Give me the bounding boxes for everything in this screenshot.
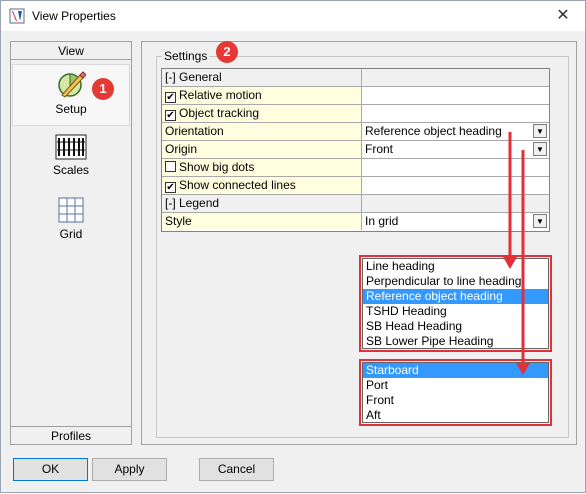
- panel-footer-profiles[interactable]: Profiles: [11, 426, 131, 444]
- close-button[interactable]: ✕: [541, 1, 585, 30]
- style-label: Style: [162, 213, 362, 230]
- grid-row-style[interactable]: Style In grid ▼: [162, 213, 549, 231]
- grid-value-general: [362, 69, 549, 86]
- grid-icon: [58, 197, 84, 223]
- origin-option[interactable]: Aft: [363, 408, 548, 423]
- object-tracking-label: Object tracking: [179, 106, 260, 120]
- view-properties-window: View Properties ✕ View Setup Scales Grid…: [0, 0, 586, 493]
- category-label-setup: Setup: [55, 102, 87, 116]
- property-grid: [-] General ✔ Relative motion ✔ Object tra…: [161, 68, 550, 232]
- chevron-down-icon[interactable]: ▼: [533, 142, 547, 156]
- category-scales[interactable]: Scales: [12, 134, 130, 184]
- section-label-legend: [-] Legend: [162, 195, 362, 212]
- chevron-down-icon[interactable]: ▼: [533, 124, 547, 138]
- scales-icon: [55, 134, 87, 160]
- relative-motion-checkbox[interactable]: ✔: [165, 92, 176, 103]
- origin-option[interactable]: Port: [363, 378, 548, 393]
- orientation-option[interactable]: Perpendicular to line heading: [363, 274, 548, 289]
- show-big-dots-label: Show big dots: [179, 160, 255, 174]
- orientation-options-list: Line heading Perpendicular to line headi…: [362, 258, 549, 349]
- orientation-option[interactable]: SB Head Heading: [363, 319, 548, 334]
- orientation-value: Reference object heading: [365, 124, 502, 138]
- relative-motion-label: Relative motion: [179, 88, 262, 102]
- orientation-option[interactable]: SB Lower Pipe Heading: [363, 334, 548, 349]
- category-label-grid: Grid: [59, 227, 83, 241]
- settings-group-label: Settings: [162, 49, 210, 63]
- orientation-dropdown[interactable]: Reference object heading ▼: [362, 123, 549, 140]
- grid-row-object-tracking[interactable]: ✔ Object tracking: [162, 105, 549, 123]
- cancel-button[interactable]: Cancel: [199, 458, 274, 481]
- chevron-down-icon[interactable]: ▼: [533, 214, 547, 228]
- title-bar: View Properties ✕: [1, 1, 585, 31]
- orientation-option-selected[interactable]: Reference object heading: [363, 289, 548, 304]
- origin-label: Origin: [162, 141, 362, 158]
- category-grid[interactable]: Grid: [12, 196, 130, 246]
- grid-row-show-connected-lines[interactable]: ✔ Show connected lines: [162, 177, 549, 195]
- window-title: View Properties: [32, 9, 116, 23]
- style-dropdown[interactable]: In grid ▼: [362, 213, 549, 230]
- view-category-panel: View Setup Scales Grid Profiles: [10, 41, 132, 445]
- section-label-general: [-] General: [162, 69, 362, 86]
- ok-button[interactable]: OK: [13, 458, 88, 481]
- setup-icon: [58, 71, 86, 98]
- orientation-label: Orientation: [162, 123, 362, 140]
- origin-dropdown[interactable]: Front ▼: [362, 141, 549, 158]
- panel-header-view[interactable]: View: [11, 42, 131, 60]
- annotation-badge-1: 1: [92, 78, 114, 100]
- show-big-dots-checkbox[interactable]: [165, 161, 176, 172]
- origin-option[interactable]: Front: [363, 393, 548, 408]
- orientation-option[interactable]: TSHD Heading: [363, 304, 548, 319]
- close-icon: ✕: [556, 7, 570, 24]
- grid-row-general[interactable]: [-] General: [162, 69, 549, 87]
- show-connected-lines-checkbox[interactable]: ✔: [165, 182, 176, 193]
- app-icon: [9, 8, 25, 24]
- origin-option-selected[interactable]: Starboard: [363, 363, 548, 378]
- category-setup[interactable]: Setup: [12, 64, 130, 126]
- grid-row-orientation[interactable]: Orientation Reference object heading ▼: [162, 123, 549, 141]
- grid-row-legend[interactable]: [-] Legend: [162, 195, 549, 213]
- grid-row-relative-motion[interactable]: ✔ Relative motion: [162, 87, 549, 105]
- origin-options-list: Starboard Port Front Aft: [362, 362, 549, 423]
- grid-row-show-big-dots[interactable]: Show big dots: [162, 159, 549, 177]
- object-tracking-checkbox[interactable]: ✔: [165, 110, 176, 121]
- annotation-badge-2: 2: [216, 41, 238, 63]
- style-value: In grid: [365, 214, 399, 228]
- origin-value: Front: [365, 142, 394, 156]
- orientation-option[interactable]: Line heading: [363, 259, 548, 274]
- grid-row-origin[interactable]: Origin Front ▼: [162, 141, 549, 159]
- show-connected-lines-label: Show connected lines: [179, 178, 296, 192]
- category-label-scales: Scales: [52, 163, 90, 177]
- apply-button[interactable]: Apply: [92, 458, 167, 481]
